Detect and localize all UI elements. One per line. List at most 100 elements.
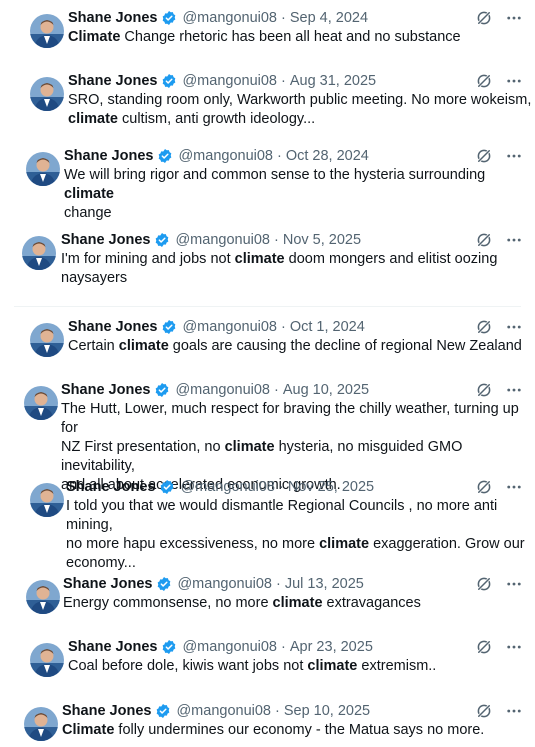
author-handle[interactable]: @mangonui08 (175, 382, 270, 398)
tweet-date[interactable]: Nov 5, 2025 (283, 232, 361, 248)
author-name[interactable]: Shane Jones (68, 639, 157, 655)
author-name[interactable]: Shane Jones (63, 576, 152, 592)
author-handle[interactable]: @mangonui08 (182, 639, 277, 655)
avatar[interactable] (26, 580, 60, 614)
tweet-date[interactable]: Sep 4, 2024 (290, 10, 368, 26)
author-name[interactable]: Shane Jones (61, 382, 150, 398)
tweet-header: Shane Jones @mangonui08 · Oct 1, 2024 (68, 317, 365, 337)
tweet[interactable]: Shane Jones @mangonui08 · Oct 28, 2024 We wi… (0, 146, 535, 221)
tweet-actions (475, 380, 523, 400)
tweet[interactable]: Shane Jones @mangonui08 · Nov 25, 2025 I tol… (0, 477, 535, 571)
verified-badge-icon (159, 479, 175, 495)
separator-dot: · (276, 576, 281, 592)
tweet[interactable]: Shane Jones @mangonui08 · Sep 4, 2024 Climat… (0, 8, 535, 68)
text-segment: naysayers (61, 270, 128, 286)
tweet[interactable]: Shane Jones @mangonui08 · Aug 10, 2025 The H… (0, 380, 535, 493)
author-name[interactable]: Shane Jones (68, 319, 157, 335)
tweet-date[interactable]: Oct 28, 2024 (286, 148, 369, 164)
tweet-text-line: Climate folly undermines our economy - t… (62, 721, 484, 740)
separator-dot: · (281, 73, 286, 89)
tweet-text: Coal before dole, kiwis want jobs not cl… (68, 657, 436, 676)
avatar[interactable] (30, 643, 64, 677)
highlighted-keyword: Climate (62, 722, 115, 738)
text-segment: Change rhetoric has been all heat and no… (120, 29, 461, 45)
verified-badge-icon (154, 382, 170, 398)
tweet-date[interactable]: Aug 31, 2025 (290, 73, 376, 89)
more-options-icon[interactable] (505, 638, 523, 656)
text-segment: We will bring rigor and common sense to … (64, 167, 486, 183)
author-name[interactable]: Shane Jones (61, 232, 150, 248)
tweet-header: Shane Jones @mangonui08 · Nov 25, 2025 (66, 477, 374, 497)
more-options-icon[interactable] (505, 478, 523, 496)
tweet-actions (475, 8, 523, 28)
tweet-text-line: NZ First presentation, no climate hyster… (61, 438, 535, 476)
verified-badge-icon (157, 148, 173, 164)
author-handle[interactable]: @mangonui08 (182, 319, 277, 335)
grok-icon[interactable] (475, 575, 493, 593)
author-name[interactable]: Shane Jones (62, 703, 151, 719)
tweet-text-line: climate cultism, anti growth ideology... (68, 110, 531, 129)
tweet-date[interactable]: Apr 23, 2025 (290, 639, 373, 655)
tweet[interactable]: Shane Jones @mangonui08 · Aug 31, 2025 SRO, … (0, 71, 535, 131)
author-name[interactable]: Shane Jones (64, 148, 153, 164)
tweet-text-line: Climate Change rhetoric has been all hea… (68, 28, 461, 47)
avatar[interactable] (30, 483, 64, 517)
tweet-date[interactable]: Oct 1, 2024 (290, 319, 365, 335)
tweet-date[interactable]: Aug 10, 2025 (283, 382, 369, 398)
author-name[interactable]: Shane Jones (68, 73, 157, 89)
tweet[interactable]: Shane Jones @mangonui08 · Jul 13, 2025 Energ… (0, 574, 535, 634)
tweet-date[interactable]: Nov 25, 2025 (288, 479, 374, 495)
tweet-text-line: The Hutt, Lower, much respect for bravin… (61, 400, 535, 438)
avatar[interactable] (24, 707, 58, 741)
tweet-header: Shane Jones @mangonui08 · Sep 4, 2024 (68, 8, 368, 28)
grok-icon[interactable] (475, 72, 493, 90)
author-handle[interactable]: @mangonui08 (175, 232, 270, 248)
separator-dot: · (279, 479, 284, 495)
author-name[interactable]: Shane Jones (66, 479, 155, 495)
tweet-text-line: SRO, standing room only, Warkworth publi… (68, 91, 531, 110)
author-handle[interactable]: @mangonui08 (177, 576, 272, 592)
author-handle[interactable]: @mangonui08 (180, 479, 275, 495)
more-options-icon[interactable] (505, 575, 523, 593)
grok-icon[interactable] (475, 231, 493, 249)
avatar[interactable] (30, 14, 64, 48)
author-handle[interactable]: @mangonui08 (182, 10, 277, 26)
avatar[interactable] (30, 323, 64, 357)
more-options-icon[interactable] (505, 72, 523, 90)
tweet[interactable]: Shane Jones @mangonui08 · Oct 1, 2024 Certai… (0, 317, 535, 377)
author-handle[interactable]: @mangonui08 (178, 148, 273, 164)
tweet-text: Energy commonsense, no more climate extr… (63, 594, 421, 613)
tweet[interactable]: Shane Jones @mangonui08 · Apr 23, 2025 Coal … (0, 637, 535, 697)
grok-icon[interactable] (475, 318, 493, 336)
more-options-icon[interactable] (505, 231, 523, 249)
grok-icon[interactable] (475, 638, 493, 656)
tweet-header: Shane Jones @mangonui08 · Aug 10, 2025 (61, 380, 369, 400)
grok-icon[interactable] (475, 478, 493, 496)
section-divider (14, 306, 521, 307)
tweet-text: Certain climate goals are causing the de… (68, 337, 522, 356)
author-handle[interactable]: @mangonui08 (182, 73, 277, 89)
grok-icon[interactable] (475, 9, 493, 27)
more-options-icon[interactable] (505, 702, 523, 720)
author-handle[interactable]: @mangonui08 (176, 703, 271, 719)
avatar[interactable] (26, 152, 60, 186)
tweet[interactable]: Shane Jones @mangonui08 · Nov 5, 2025 I'm fo… (0, 230, 535, 290)
more-options-icon[interactable] (505, 147, 523, 165)
tweet-date[interactable]: Sep 10, 2025 (284, 703, 370, 719)
verified-badge-icon (155, 703, 171, 719)
grok-icon[interactable] (475, 147, 493, 165)
grok-icon[interactable] (475, 381, 493, 399)
text-segment: goals are causing the decline of regiona… (168, 338, 522, 354)
more-options-icon[interactable] (505, 381, 523, 399)
more-options-icon[interactable] (505, 318, 523, 336)
tweet[interactable]: Shane Jones @mangonui08 · Sep 10, 2025 Clima… (0, 701, 535, 747)
author-name[interactable]: Shane Jones (68, 10, 157, 26)
tweet-date[interactable]: Jul 13, 2025 (285, 576, 364, 592)
avatar[interactable] (24, 386, 58, 420)
avatar[interactable] (30, 77, 64, 111)
grok-icon[interactable] (475, 702, 493, 720)
text-segment: SRO, standing room only, Warkworth publi… (68, 92, 532, 108)
tweet-text: SRO, standing room only, Warkworth publi… (68, 91, 531, 129)
more-options-icon[interactable] (505, 9, 523, 27)
avatar[interactable] (22, 236, 56, 270)
